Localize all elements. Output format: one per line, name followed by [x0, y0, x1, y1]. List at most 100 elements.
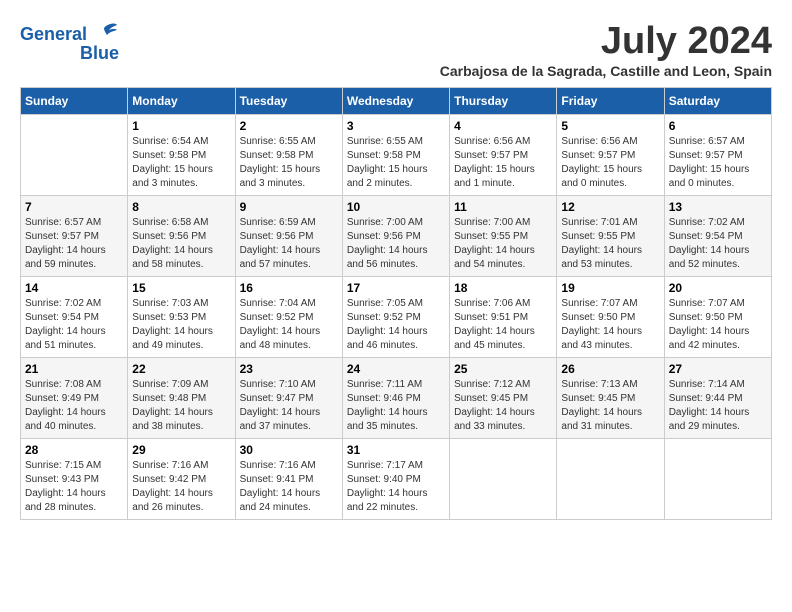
day-number: 22 — [132, 362, 230, 376]
day-header: Wednesday — [342, 88, 449, 115]
location-title: Carbajosa de la Sagrada, Castille and Le… — [440, 63, 772, 79]
day-number: 31 — [347, 443, 445, 457]
calendar-cell: 12Sunrise: 7:01 AM Sunset: 9:55 PM Dayli… — [557, 196, 664, 277]
calendar-cell: 28 Sunrise: 7:15 AM Sunset: 9:43 PM Dayli… — [21, 439, 128, 520]
day-info: Sunrise: 6:55 AM Sunset: 9:58 PM Dayligh… — [240, 135, 338, 191]
calendar-cell: 30Sunrise: 7:16 AM Sunset: 9:41 PM Dayli… — [235, 439, 342, 520]
day-number: 25 — [454, 362, 552, 376]
day-info: Sunrise: 7:00 AM Sunset: 9:55 PM Dayligh… — [454, 216, 552, 272]
day-info: Sunrise: 6:57 AM Sunset: 9:57 PM Dayligh… — [25, 216, 123, 272]
day-number: 26 — [561, 362, 659, 376]
calendar-cell: 20Sunrise: 7:07 AM Sunset: 9:50 PM Dayli… — [664, 277, 771, 358]
day-header: Tuesday — [235, 88, 342, 115]
calendar-cell — [664, 439, 771, 520]
day-number: 9 — [240, 200, 338, 214]
calendar-week: 14 Sunrise: 7:02 AM Sunset: 9:54 PM Dayli… — [21, 277, 772, 358]
day-number: 5 — [561, 119, 659, 133]
day-info: Sunrise: 7:14 AM Sunset: 9:44 PM Dayligh… — [669, 378, 767, 434]
calendar-cell: 5Sunrise: 6:56 AM Sunset: 9:57 PM Daylig… — [557, 115, 664, 196]
day-info: Sunrise: 7:10 AM Sunset: 9:47 PM Dayligh… — [240, 378, 338, 434]
calendar-week: 21Sunrise: 7:08 AM Sunset: 9:49 PM Dayli… — [21, 358, 772, 439]
day-info: Sunrise: 7:06 AM Sunset: 9:51 PM Dayligh… — [454, 297, 552, 353]
calendar-cell: 9 Sunrise: 6:59 AM Sunset: 9:56 PM Daylig… — [235, 196, 342, 277]
day-number: 11 — [454, 200, 552, 214]
day-info: Sunrise: 6:54 AM Sunset: 9:58 PM Dayligh… — [132, 135, 230, 191]
calendar-cell — [450, 439, 557, 520]
day-info: Sunrise: 7:03 AM Sunset: 9:53 PM Dayligh… — [132, 297, 230, 353]
day-info: Sunrise: 7:02 AM Sunset: 9:54 PM Dayligh… — [669, 216, 767, 272]
calendar-cell: 4 Sunrise: 6:56 AM Sunset: 9:57 PM Daylig… — [450, 115, 557, 196]
logo: General Blue — [20, 20, 119, 64]
title-area: July 2024 Carbajosa de la Sagrada, Casti… — [440, 20, 772, 79]
day-number: 24 — [347, 362, 445, 376]
calendar-body: 1Sunrise: 6:54 AM Sunset: 9:58 PM Daylig… — [21, 115, 772, 520]
calendar-cell: 8Sunrise: 6:58 AM Sunset: 9:56 PM Daylig… — [128, 196, 235, 277]
month-title: July 2024 — [440, 20, 772, 63]
day-info: Sunrise: 7:04 AM Sunset: 9:52 PM Dayligh… — [240, 297, 338, 353]
day-number: 2 — [240, 119, 338, 133]
calendar-header: SundayMondayTuesdayWednesdayThursdayFrid… — [21, 88, 772, 115]
day-info: Sunrise: 7:09 AM Sunset: 9:48 PM Dayligh… — [132, 378, 230, 434]
day-header: Sunday — [21, 88, 128, 115]
day-number: 20 — [669, 281, 767, 295]
calendar-cell: 26 Sunrise: 7:13 AM Sunset: 9:45 PM Dayli… — [557, 358, 664, 439]
calendar-cell: 23 Sunrise: 7:10 AM Sunset: 9:47 PM Dayli… — [235, 358, 342, 439]
calendar-cell: 19 Sunrise: 7:07 AM Sunset: 9:50 PM Dayli… — [557, 277, 664, 358]
day-number: 10 — [347, 200, 445, 214]
day-number: 12 — [561, 200, 659, 214]
day-number: 27 — [669, 362, 767, 376]
calendar-week: 1Sunrise: 6:54 AM Sunset: 9:58 PM Daylig… — [21, 115, 772, 196]
day-info: Sunrise: 6:59 AM Sunset: 9:56 PM Dayligh… — [240, 216, 338, 272]
calendar-cell: 18Sunrise: 7:06 AM Sunset: 9:51 PM Dayli… — [450, 277, 557, 358]
day-number: 6 — [669, 119, 767, 133]
day-info: Sunrise: 7:15 AM Sunset: 9:43 PM Dayligh… — [25, 459, 123, 515]
day-info: Sunrise: 7:07 AM Sunset: 9:50 PM Dayligh… — [561, 297, 659, 353]
calendar-cell: 15 Sunrise: 7:03 AM Sunset: 9:53 PM Dayli… — [128, 277, 235, 358]
day-info: Sunrise: 7:00 AM Sunset: 9:56 PM Dayligh… — [347, 216, 445, 272]
day-number: 8 — [132, 200, 230, 214]
day-info: Sunrise: 7:17 AM Sunset: 9:40 PM Dayligh… — [347, 459, 445, 515]
day-number: 3 — [347, 119, 445, 133]
day-info: Sunrise: 6:57 AM Sunset: 9:57 PM Dayligh… — [669, 135, 767, 191]
calendar-cell: 22 Sunrise: 7:09 AM Sunset: 9:48 PM Dayli… — [128, 358, 235, 439]
day-info: Sunrise: 6:55 AM Sunset: 9:58 PM Dayligh… — [347, 135, 445, 191]
calendar-cell: 6 Sunrise: 6:57 AM Sunset: 9:57 PM Daylig… — [664, 115, 771, 196]
calendar-cell: 10 Sunrise: 7:00 AM Sunset: 9:56 PM Dayli… — [342, 196, 449, 277]
calendar-cell: 3 Sunrise: 6:55 AM Sunset: 9:58 PM Daylig… — [342, 115, 449, 196]
calendar-cell — [21, 115, 128, 196]
page-header: General Blue July 2024 Carbajosa de la S… — [20, 20, 772, 79]
calendar-week: 28 Sunrise: 7:15 AM Sunset: 9:43 PM Dayli… — [21, 439, 772, 520]
day-info: Sunrise: 7:13 AM Sunset: 9:45 PM Dayligh… — [561, 378, 659, 434]
calendar-cell: 11 Sunrise: 7:00 AM Sunset: 9:55 PM Dayli… — [450, 196, 557, 277]
day-number: 29 — [132, 443, 230, 457]
day-number: 15 — [132, 281, 230, 295]
day-header: Thursday — [450, 88, 557, 115]
day-header: Saturday — [664, 88, 771, 115]
day-number: 19 — [561, 281, 659, 295]
day-number: 7 — [25, 200, 123, 214]
day-number: 16 — [240, 281, 338, 295]
calendar-cell: 1Sunrise: 6:54 AM Sunset: 9:58 PM Daylig… — [128, 115, 235, 196]
day-number: 23 — [240, 362, 338, 376]
calendar-table: SundayMondayTuesdayWednesdayThursdayFrid… — [20, 87, 772, 520]
calendar-cell: 24Sunrise: 7:11 AM Sunset: 9:46 PM Dayli… — [342, 358, 449, 439]
day-info: Sunrise: 6:56 AM Sunset: 9:57 PM Dayligh… — [454, 135, 552, 191]
calendar-cell: 21Sunrise: 7:08 AM Sunset: 9:49 PM Dayli… — [21, 358, 128, 439]
calendar-cell: 17Sunrise: 7:05 AM Sunset: 9:52 PM Dayli… — [342, 277, 449, 358]
calendar-cell: 31 Sunrise: 7:17 AM Sunset: 9:40 PM Dayli… — [342, 439, 449, 520]
day-info: Sunrise: 7:02 AM Sunset: 9:54 PM Dayligh… — [25, 297, 123, 353]
logo-text2: Blue — [80, 44, 119, 64]
calendar-week: 7 Sunrise: 6:57 AM Sunset: 9:57 PM Daylig… — [21, 196, 772, 277]
calendar-cell: 29Sunrise: 7:16 AM Sunset: 9:42 PM Dayli… — [128, 439, 235, 520]
calendar-cell: 2 Sunrise: 6:55 AM Sunset: 9:58 PM Daylig… — [235, 115, 342, 196]
day-number: 30 — [240, 443, 338, 457]
day-number: 14 — [25, 281, 123, 295]
calendar-cell: 7 Sunrise: 6:57 AM Sunset: 9:57 PM Daylig… — [21, 196, 128, 277]
day-info: Sunrise: 7:12 AM Sunset: 9:45 PM Dayligh… — [454, 378, 552, 434]
day-number: 28 — [25, 443, 123, 457]
day-number: 17 — [347, 281, 445, 295]
calendar-cell: 27 Sunrise: 7:14 AM Sunset: 9:44 PM Dayli… — [664, 358, 771, 439]
day-number: 13 — [669, 200, 767, 214]
day-number: 4 — [454, 119, 552, 133]
calendar-cell — [557, 439, 664, 520]
